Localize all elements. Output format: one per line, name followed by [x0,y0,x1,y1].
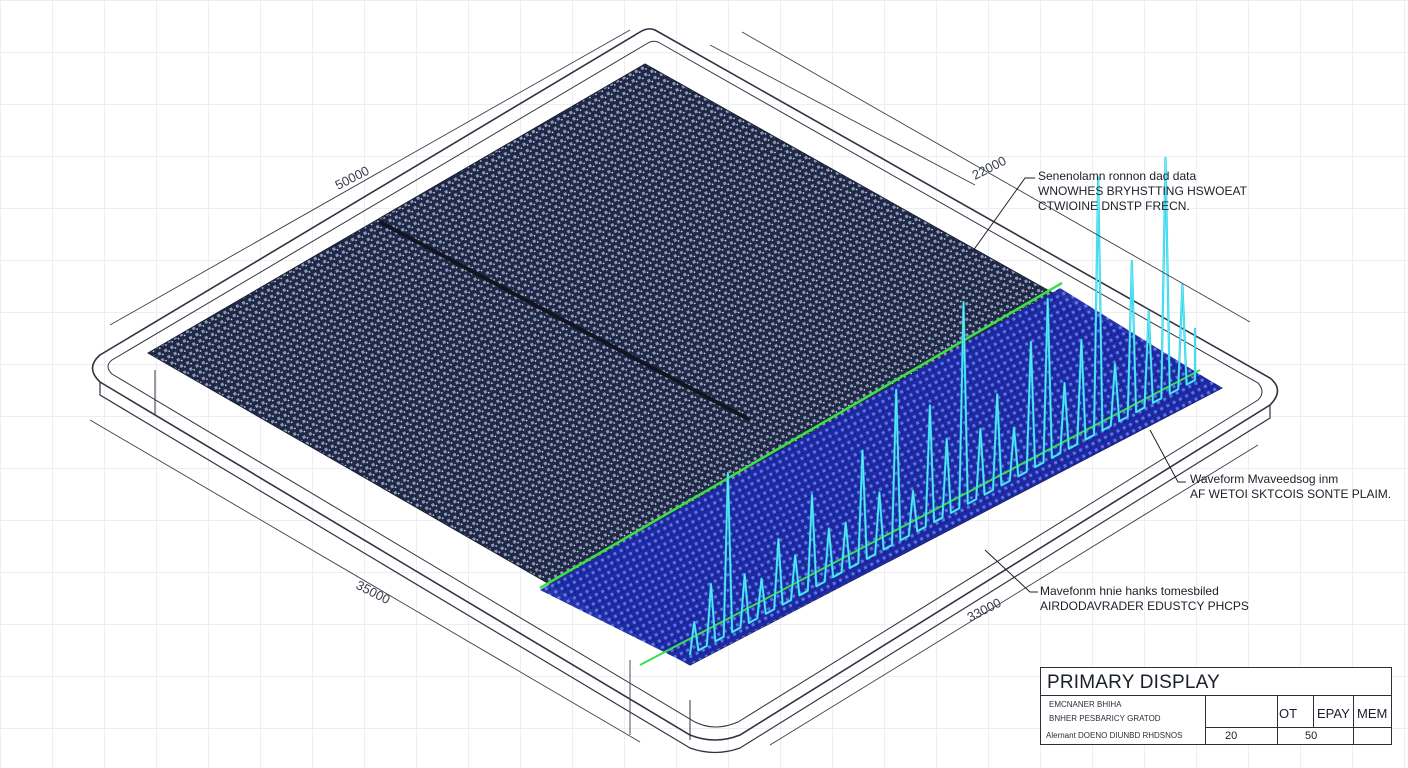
title-block-vline [1277,695,1278,744]
title-block-col3-header: MEM [1357,706,1388,721]
title-block-col2-header: EPAY [1317,706,1350,721]
annotation-bottom: Mavefonm hnie hanks tomesbiled AIRDODAVR… [1040,584,1249,614]
annotation-top: Senenolamn ronnon dad data WNOWHES BRYHS… [1038,169,1247,214]
title-block-hline [1205,727,1391,728]
title-block-vline [1313,695,1314,727]
title-block-heading: PRIMARY DISPLAY [1047,672,1221,693]
annotation-middle-line2: AF WETOI SKTCOIS SONTE PLAIM. [1190,487,1392,501]
dimension-bottom-left: 35000 [354,577,393,607]
title-block-row1: EMCNANER BHIHA [1049,700,1122,709]
annotation-middle-line1: Waveform Mvaveedsog inm [1190,472,1339,486]
dimension-top-right: 22000 [970,153,1009,183]
dimension-bottom-right: 33000 [965,595,1004,625]
annotation-top-line2: WNOWHES BRYHSTTING HSWOEAT [1038,184,1247,198]
title-block-value1: 20 [1225,730,1238,742]
dimension-top-left: 50000 [333,163,372,193]
title-block: PRIMARY DISPLAY EMCNANER BHIHA BNHER PES… [1040,667,1392,745]
title-block-vline [1205,695,1206,744]
annotation-bottom-line2: AIRDODAVRADER EDUSTCY PHCPS [1040,599,1249,613]
annotation-top-line1: Senenolamn ronnon dad data [1038,169,1197,183]
title-block-divider [1041,695,1391,696]
title-block-vline [1353,695,1354,744]
annotation-top-line3: CTWIOINE DNSTP FRECN. [1038,199,1190,213]
annotation-bottom-line1: Mavefonm hnie hanks tomesbiled [1040,584,1219,598]
annotation-middle: Waveform Mvaveedsog inm AF WETOI SKTCOIS… [1190,472,1391,502]
title-block-value2: 50 [1305,730,1318,742]
title-block-col1-header: OT [1279,706,1298,721]
title-block-row3: Alernant DOENO DIUNBD RHDSNOS [1046,731,1183,740]
title-block-row2: BNHER PESBARICY GRATOD [1049,714,1161,723]
isometric-display-drawing: 50000 22000 35000 33000 [89,28,1279,754]
